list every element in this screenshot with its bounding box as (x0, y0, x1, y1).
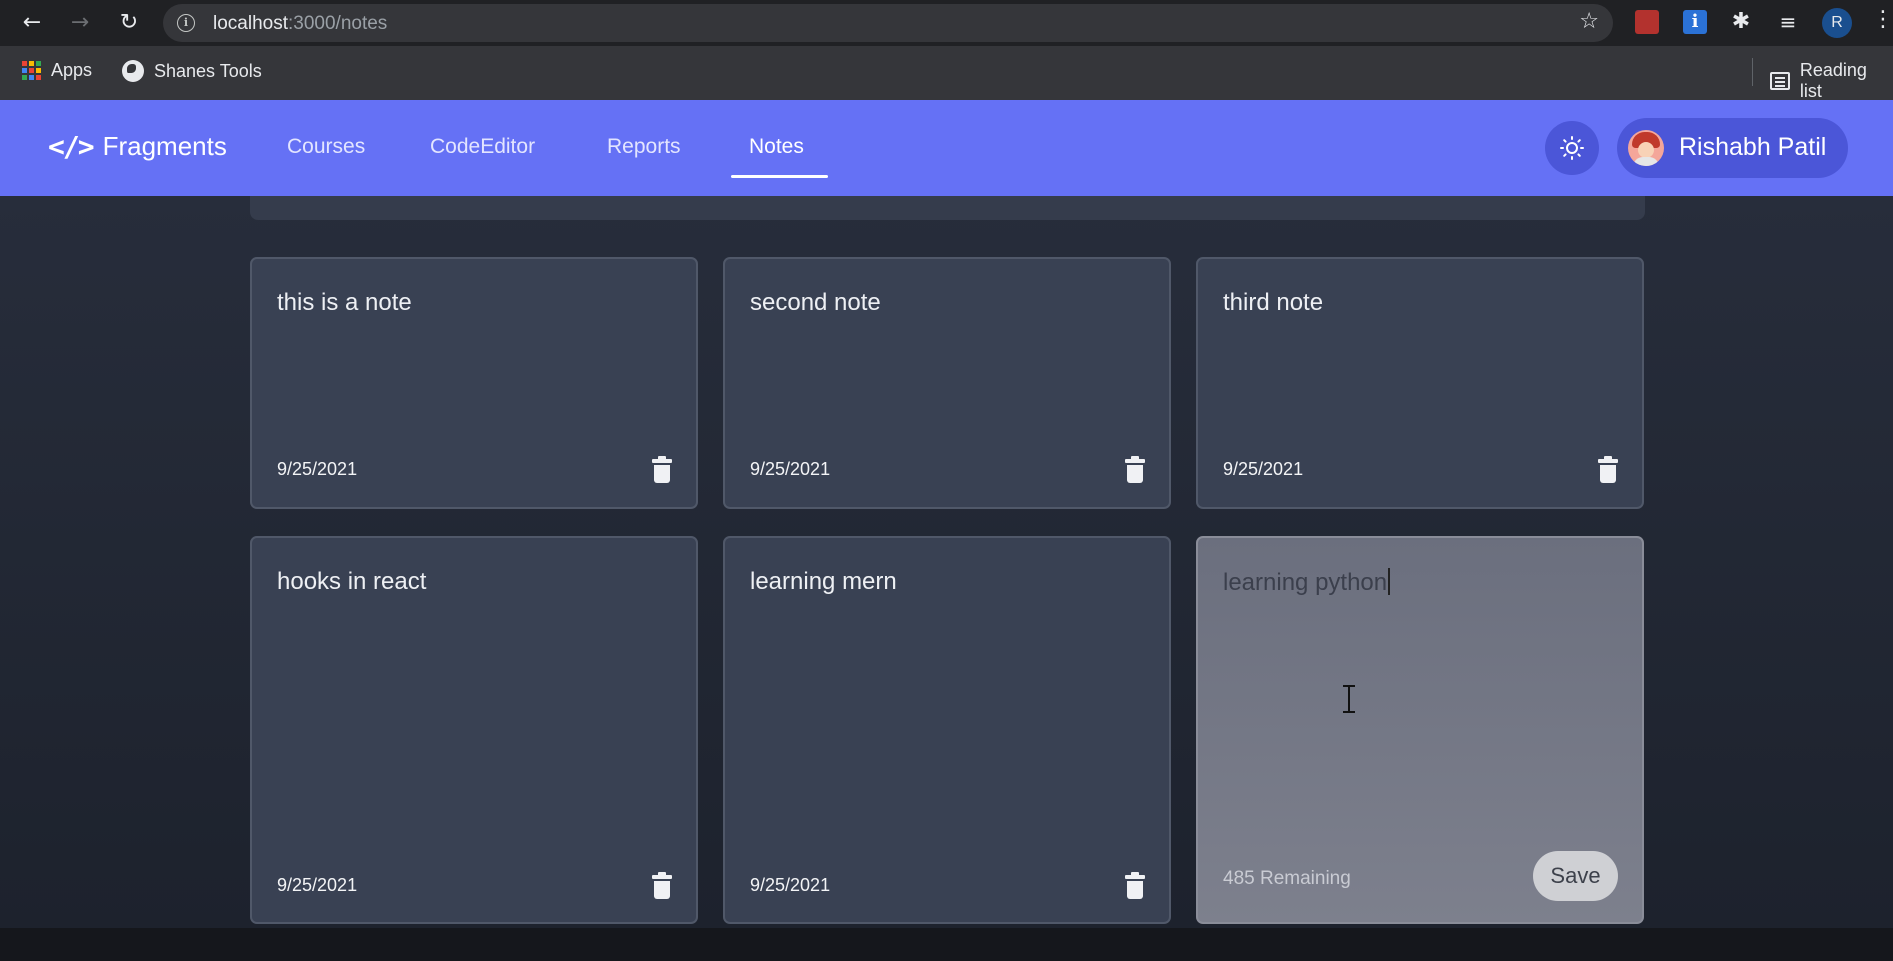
new-note-card[interactable]: learning python 485 Remaining Save (1196, 536, 1644, 924)
bookmark-star-icon[interactable]: ☆ (1579, 9, 1599, 34)
reload-icon[interactable]: ↻ (115, 9, 143, 37)
note-card: learning mern 9/25/2021 (723, 536, 1171, 924)
trash-icon[interactable] (652, 456, 672, 483)
note-date: 9/25/2021 (750, 875, 831, 895)
site-info-icon[interactable]: i (177, 14, 195, 32)
text-caret (1388, 568, 1391, 595)
trash-icon[interactable] (1125, 456, 1145, 483)
bookmarks-divider (1752, 58, 1753, 86)
brand-name: Fragments (102, 131, 227, 161)
characters-remaining: 485 Remaining (1223, 868, 1351, 889)
address-bar[interactable]: i localhost:3000/notes ☆ (163, 4, 1613, 42)
user-name: Rishabh Patil (1679, 133, 1827, 161)
nav-link-reports[interactable]: Reports (607, 135, 681, 159)
browser-menu-icon[interactable]: ⋮ (1872, 7, 1893, 32)
apps-grid-icon (22, 61, 41, 80)
bookmark-label: Shanes Tools (154, 60, 262, 81)
new-note-value: learning python (1223, 569, 1388, 596)
bookmark-shanes-tools[interactable]: Shanes Tools (122, 60, 262, 82)
text-cursor-icon (1342, 685, 1356, 713)
note-date: 9/25/2021 (277, 459, 358, 479)
app-navbar: </> Fragments Courses CodeEditor Reports… (0, 100, 1893, 196)
browser-toolbar: ← → ↻ i localhost:3000/notes ☆ i ✱ ≡ R ⋮ (0, 0, 1893, 46)
note-date: 9/25/2021 (750, 459, 831, 479)
theme-toggle-button[interactable] (1545, 121, 1599, 175)
brand-logo[interactable]: </> Fragments (48, 130, 227, 163)
new-note-textarea[interactable]: learning python (1223, 568, 1391, 597)
back-arrow-icon[interactable]: ← (18, 9, 46, 37)
notes-page: this is a note 9/25/2021 second note 9/2… (0, 196, 1893, 928)
code-icon: </> (48, 130, 95, 163)
note-card: second note 9/25/2021 (723, 257, 1171, 509)
note-text: hooks in react (277, 568, 427, 595)
bookmarks-bar: Apps Shanes Tools Reading list (0, 46, 1893, 102)
note-text: this is a note (277, 289, 412, 316)
reading-list-icon (1770, 72, 1790, 90)
url-path: :3000/notes (288, 13, 388, 34)
sun-icon (1560, 136, 1584, 160)
media-control-icon[interactable]: ≡ (1776, 10, 1800, 34)
active-tab-indicator (731, 175, 828, 178)
nav-link-courses[interactable]: Courses (287, 135, 365, 159)
search-panel-bottom (250, 196, 1645, 220)
avatar (1628, 130, 1664, 166)
bookmark-apps[interactable]: Apps (22, 60, 92, 81)
extensions-puzzle-icon[interactable]: ✱ (1729, 10, 1753, 34)
nav-link-codeeditor[interactable]: CodeEditor (430, 135, 535, 159)
trash-icon[interactable] (1598, 456, 1618, 483)
forward-arrow-icon[interactable]: → (66, 9, 94, 37)
url-host: localhost (213, 13, 288, 34)
bookmark-label: Apps (51, 60, 93, 80)
note-text: third note (1223, 289, 1324, 316)
reading-list-label: Reading list (1799, 60, 1867, 101)
user-profile-chip[interactable]: Rishabh Patil (1617, 118, 1848, 178)
note-date: 9/25/2021 (1223, 459, 1304, 479)
globe-icon (122, 60, 144, 82)
note-card: this is a note 9/25/2021 (250, 257, 698, 509)
note-text: learning mern (750, 568, 897, 595)
nav-link-notes[interactable]: Notes (749, 135, 804, 159)
trash-icon[interactable] (652, 872, 672, 899)
trash-icon[interactable] (1125, 872, 1145, 899)
reading-list-button[interactable]: Reading list (1770, 60, 1893, 102)
page-footer (0, 928, 1893, 961)
url-text[interactable]: localhost:3000/notes (213, 13, 387, 35)
note-card: third note 9/25/2021 (1196, 257, 1644, 509)
extension-info-icon[interactable]: i (1683, 10, 1707, 34)
note-card: hooks in react 9/25/2021 (250, 536, 698, 924)
save-button[interactable]: Save (1533, 851, 1618, 901)
extension-red-icon[interactable] (1635, 10, 1659, 34)
note-date: 9/25/2021 (277, 875, 358, 895)
browser-profile-avatar[interactable]: R (1822, 8, 1852, 38)
note-text: second note (750, 289, 881, 316)
